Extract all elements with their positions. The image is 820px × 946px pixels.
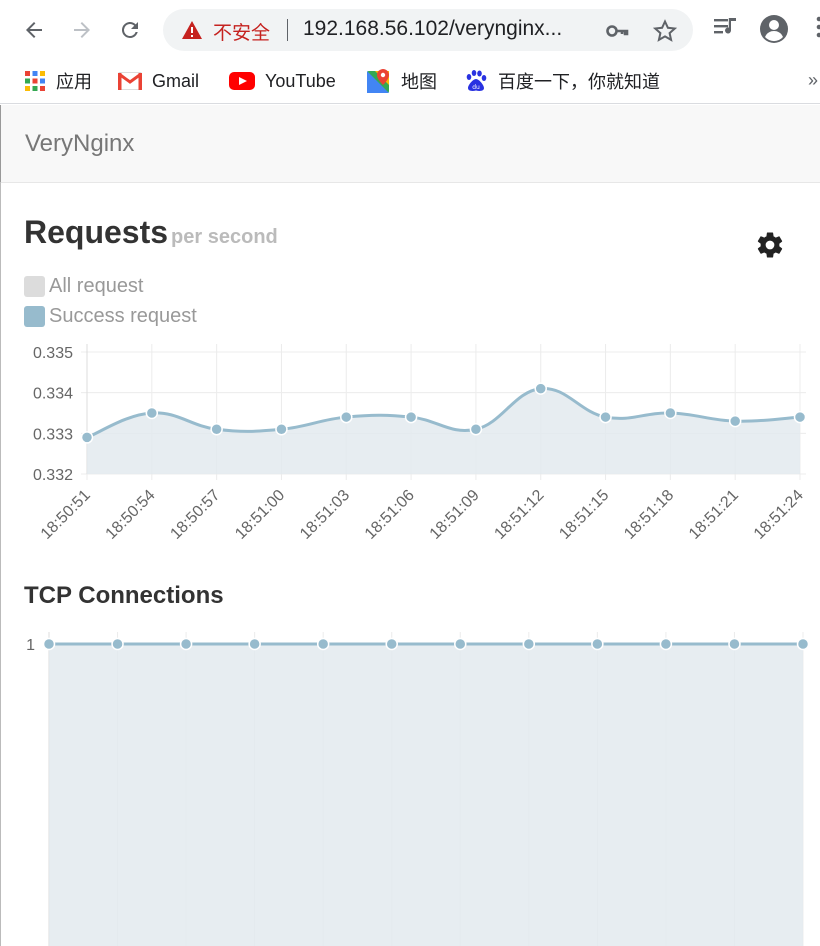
browser-toolbar: 不安全 192.168.56.102/verynginx... — [0, 0, 820, 60]
gmail-icon — [118, 72, 142, 90]
media-queue-icon[interactable] — [712, 14, 738, 40]
y-tick-label: 1 — [26, 637, 35, 654]
data-point — [534, 382, 547, 395]
x-tick-label: 18:51:06 — [362, 487, 418, 543]
requests-title: Requests — [24, 214, 169, 250]
bookmark-label: 百度一下，你就知道 — [498, 72, 660, 93]
x-tick-label: 18:51:00 — [232, 487, 288, 543]
legend-swatch — [24, 306, 45, 327]
data-point — [454, 637, 467, 651]
requests-heading: Requests per second — [24, 214, 278, 251]
url-text[interactable]: 192.168.56.102/verynginx... — [303, 17, 562, 41]
data-point — [404, 410, 418, 424]
legend-label: All request — [49, 275, 144, 297]
data-point — [42, 637, 56, 651]
apps-grid-icon — [25, 71, 45, 91]
legend-label: Success request — [49, 305, 197, 327]
bookmark-label: 地图 — [401, 72, 437, 93]
data-point — [111, 637, 124, 651]
data-point — [210, 423, 223, 436]
bookmark-youtube[interactable]: YouTube — [229, 68, 336, 94]
data-point — [80, 431, 94, 444]
series-line — [86, 387, 801, 439]
bookmark-label: Gmail — [152, 70, 200, 91]
tcp-heading: TCP Connections — [24, 582, 224, 609]
series-area — [87, 388, 800, 474]
maps-icon — [367, 69, 389, 93]
data-point — [340, 410, 353, 424]
x-tick-label: 18:50:57 — [167, 487, 223, 543]
app-navbar: VeryNginx — [0, 105, 820, 183]
data-point — [796, 637, 810, 651]
data-point — [248, 637, 261, 651]
bookmark-label: 应用 — [56, 72, 92, 93]
more-menu-icon[interactable] — [814, 14, 820, 40]
data-point — [275, 423, 288, 436]
y-tick-label: 0.332 — [33, 467, 73, 484]
insecure-label[interactable]: 不安全 — [213, 18, 270, 45]
bookmark-apps[interactable]: 应用 — [24, 68, 92, 94]
reload-icon — [121, 21, 138, 38]
address-bar[interactable]: 不安全 192.168.56.102/verynginx... — [163, 9, 693, 51]
data-point — [728, 637, 741, 651]
data-point — [599, 410, 612, 424]
bookmark-maps[interactable]: 地图 — [367, 68, 437, 94]
bookmark-label: YouTube — [265, 70, 336, 91]
youtube-icon — [229, 72, 255, 90]
brand-link[interactable]: VeryNginx — [25, 130, 134, 158]
legend-success-request[interactable]: Success request — [24, 305, 197, 328]
bookmark-gmail[interactable]: Gmail — [118, 68, 199, 94]
series-area — [49, 644, 803, 946]
bookmark-baidu[interactable]: du 百度一下，你就知道 — [464, 68, 660, 94]
bookmarks-overflow-button[interactable]: » — [808, 70, 818, 91]
back-button[interactable] — [18, 14, 50, 46]
data-point — [793, 410, 807, 424]
x-tick-label: 18:51:15 — [556, 487, 612, 543]
data-point — [659, 637, 673, 651]
x-tick-label: 18:51:03 — [297, 487, 353, 543]
reload-button[interactable] — [114, 14, 146, 46]
data-point — [469, 423, 483, 436]
x-tick-label: 18:51:12 — [491, 487, 547, 543]
settings-gear-icon[interactable] — [755, 230, 785, 260]
x-tick-label: 18:51:09 — [427, 487, 483, 543]
warning-icon — [182, 21, 202, 39]
baidu-icon: du — [466, 70, 487, 91]
legend-swatch — [24, 276, 45, 297]
page-left-border — [0, 183, 1, 946]
data-point — [728, 414, 742, 428]
star-icon[interactable] — [653, 19, 677, 43]
x-tick-label: 18:51:18 — [621, 487, 677, 543]
data-point — [664, 406, 677, 420]
data-point — [591, 637, 604, 651]
y-tick-label: 0.335 — [33, 345, 73, 362]
arrow-right-icon — [74, 22, 90, 38]
arrow-left-icon — [26, 22, 42, 38]
x-tick-label: 18:51:24 — [751, 487, 807, 543]
data-point — [385, 637, 398, 651]
bookmarks-bar: 应用 Gmail YouTube 地图 du 百度一下，你就知道 » — [0, 60, 820, 104]
data-point — [316, 637, 330, 651]
data-point — [522, 637, 536, 651]
y-tick-label: 0.334 — [33, 386, 73, 403]
y-tick-label: 0.333 — [33, 426, 73, 443]
key-icon[interactable] — [605, 19, 629, 43]
account-icon[interactable] — [759, 14, 789, 44]
x-tick-label: 18:50:51 — [38, 487, 94, 543]
requests-subtitle: per second — [171, 226, 278, 248]
data-point — [145, 406, 159, 420]
svg-text:du: du — [472, 84, 480, 91]
omnibox-divider — [287, 19, 288, 41]
forward-button[interactable] — [66, 14, 98, 46]
x-tick-label: 18:51:21 — [686, 487, 742, 543]
data-point — [179, 637, 193, 651]
legend-all-request[interactable]: All request — [24, 275, 144, 298]
x-tick-label: 18:50:54 — [103, 487, 159, 543]
